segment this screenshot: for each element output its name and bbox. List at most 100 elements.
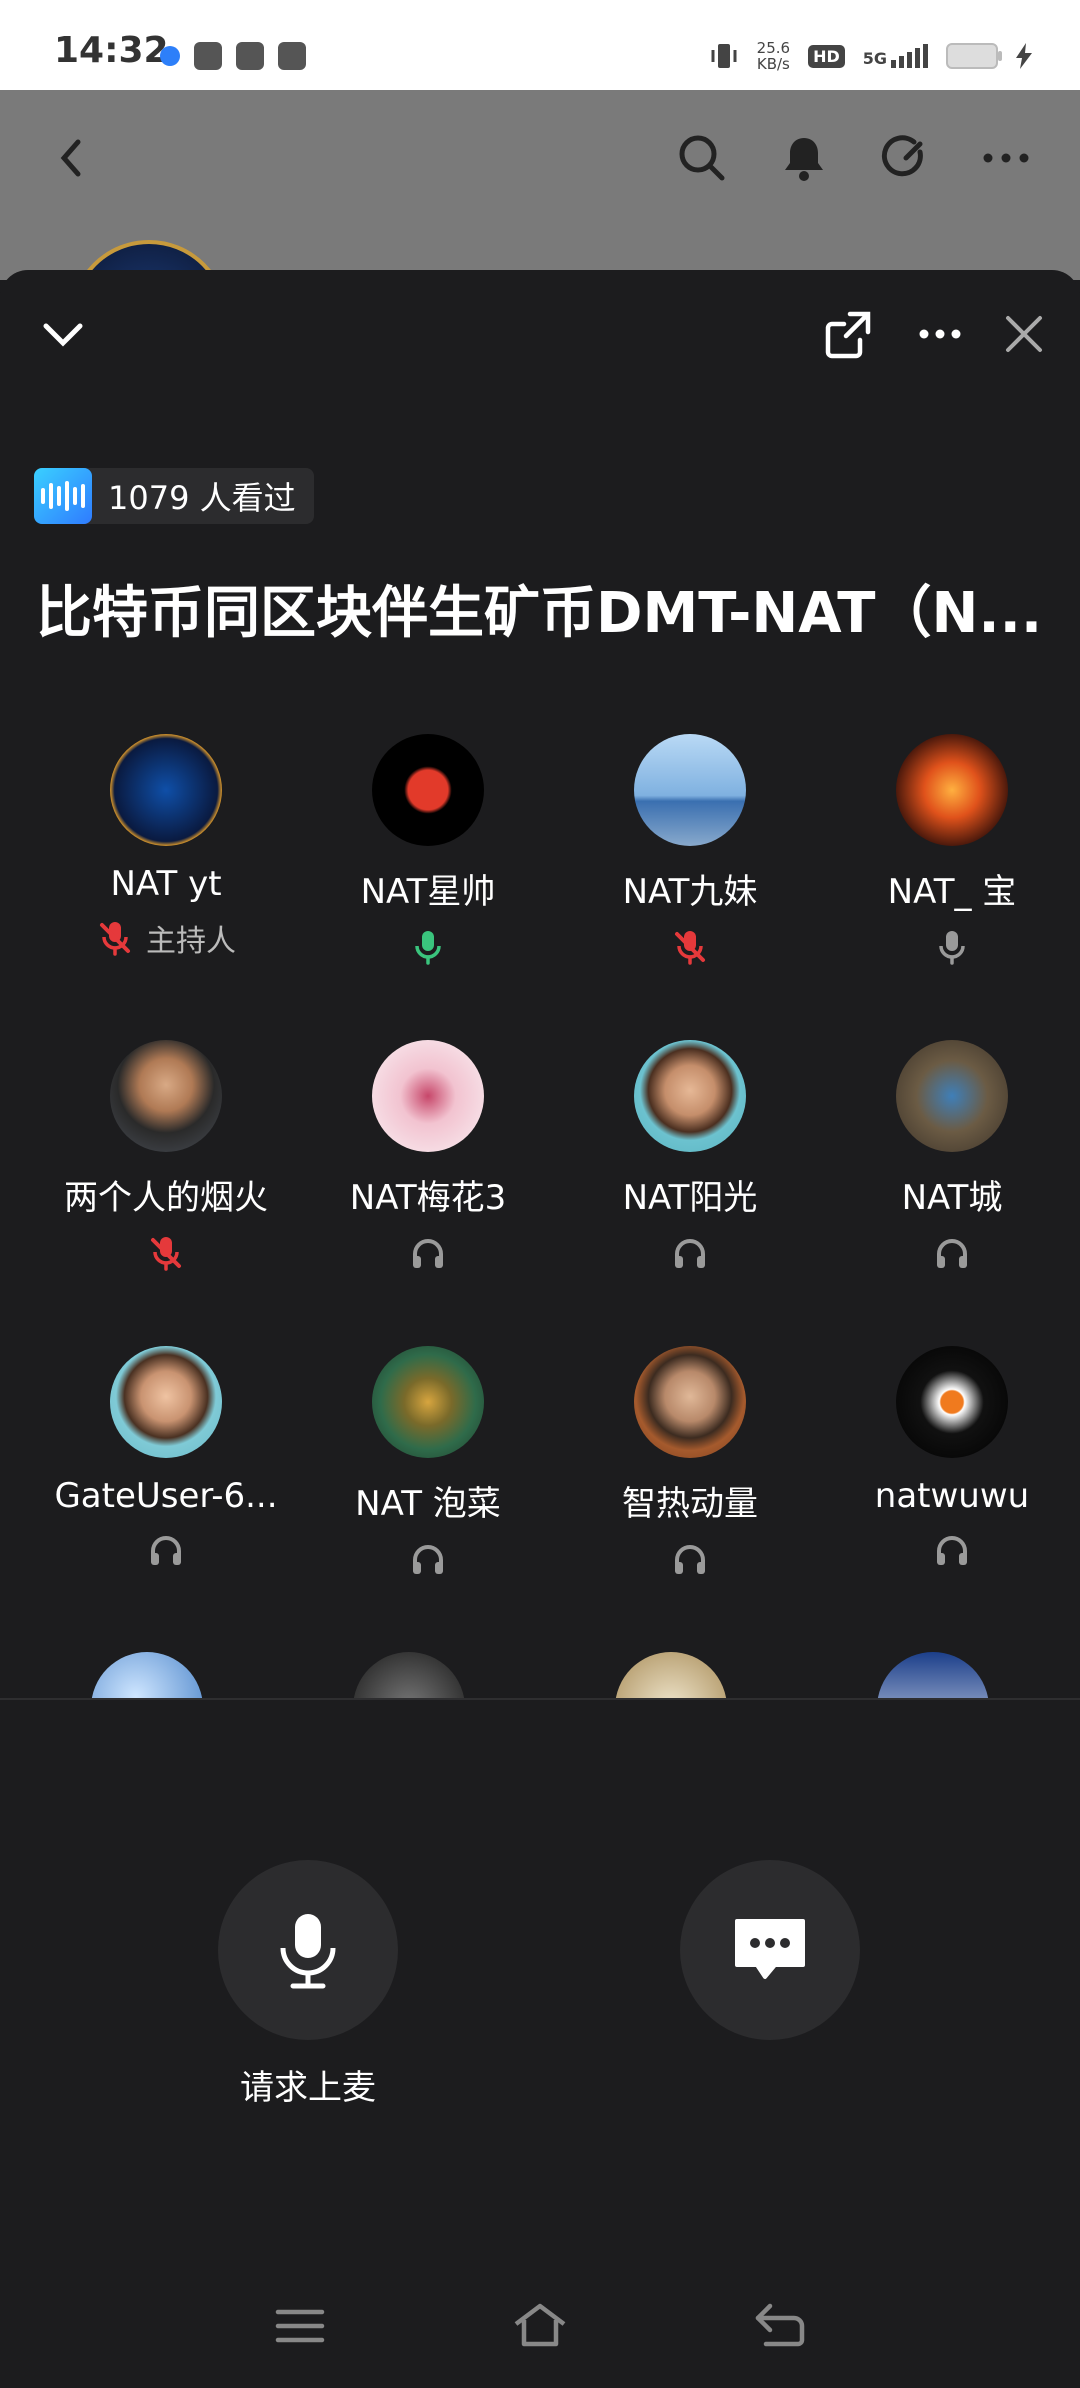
participant-status xyxy=(297,927,559,967)
headphones-icon xyxy=(675,1545,705,1574)
participant-status xyxy=(821,1233,1080,1273)
view-count: 1079 人看过 xyxy=(108,479,296,517)
vivo-app-icon xyxy=(278,42,306,70)
participant-status xyxy=(559,1233,821,1273)
participant-name: 两个人的烟火 xyxy=(64,1178,268,1218)
speed-value: 25.6 xyxy=(756,39,791,57)
participant-status: 主持人 xyxy=(35,918,297,959)
participant-tile[interactable]: NAT_ 宝 xyxy=(821,734,1080,967)
participant-name: natwuwu xyxy=(874,1476,1030,1516)
participant-avatar[interactable] xyxy=(91,1652,203,1698)
hd-badge: HD xyxy=(808,44,845,68)
participant-avatar[interactable] xyxy=(615,1652,727,1698)
microphone-icon xyxy=(415,931,441,965)
home-nav-icon[interactable] xyxy=(510,2296,570,2356)
participant-tile[interactable]: NAT梅花3 xyxy=(297,1040,559,1273)
headphones-icon xyxy=(937,1536,967,1565)
participant-avatar[interactable] xyxy=(896,1040,1008,1152)
headphones-icon xyxy=(413,1239,443,1268)
request-mic-label[interactable]: 请求上麦 xyxy=(158,2060,458,2109)
battery-icon xyxy=(946,43,1002,69)
participant-avatar[interactable] xyxy=(353,1652,465,1698)
participant-name: NAT阳光 xyxy=(622,1178,758,1218)
participant-tile[interactable]: 两个人的烟火 xyxy=(35,1040,297,1273)
microphone-icon xyxy=(280,1914,336,1989)
participant-tile[interactable]: natwuwu xyxy=(821,1346,1080,1570)
status-right: 25.6 KB/s HD 5G xyxy=(709,40,1032,72)
participant-name: NAT yt xyxy=(110,864,222,904)
signal-group: 5G xyxy=(863,44,928,68)
headphones-icon xyxy=(151,1536,181,1565)
microphone-icon xyxy=(939,931,965,965)
collapse-chevron-icon[interactable] xyxy=(38,310,88,360)
menu-nav-icon[interactable] xyxy=(270,2296,330,2356)
participant-avatar[interactable] xyxy=(896,1346,1008,1458)
participant-status xyxy=(559,1539,821,1579)
sheet-more-icon[interactable] xyxy=(912,306,968,362)
participant-status xyxy=(297,1539,559,1579)
headphones-icon xyxy=(413,1545,443,1574)
more-icon[interactable] xyxy=(978,130,1034,186)
participant-status xyxy=(297,1233,559,1273)
participant-avatar[interactable] xyxy=(896,734,1008,846)
participant-tile[interactable]: NAT城 xyxy=(821,1040,1080,1273)
chat-bubble-icon xyxy=(735,1919,805,1979)
participant-name: NAT 泡菜 xyxy=(355,1484,501,1524)
participant-avatar[interactable] xyxy=(877,1652,989,1698)
action-area xyxy=(0,1700,1080,2388)
mic-muted-icon xyxy=(151,1237,181,1271)
participant-avatar[interactable] xyxy=(372,1346,484,1458)
participant-tile[interactable]: NAT阳光 xyxy=(559,1040,821,1273)
participant-avatar[interactable] xyxy=(634,1346,746,1458)
host-role-label: 主持人 xyxy=(146,924,236,959)
participant-name: NAT梅花3 xyxy=(349,1178,507,1218)
participant-avatar[interactable] xyxy=(372,1040,484,1152)
mic-muted-icon xyxy=(100,922,130,956)
network-type: 5G xyxy=(862,49,887,68)
participant-avatar[interactable] xyxy=(110,1346,222,1458)
space-title: 比特币同区块伴生矿币DMT-NAT（N... xyxy=(36,581,1043,646)
participant-avatar[interactable] xyxy=(634,1040,746,1152)
next-row-peek xyxy=(0,1652,1080,1698)
back-nav-icon[interactable] xyxy=(750,2296,810,2356)
background-page-header xyxy=(0,90,1080,398)
signal-icon xyxy=(891,44,928,68)
speed-unit: KB/s xyxy=(756,55,790,73)
participant-name: 智热动量 xyxy=(622,1484,758,1524)
app-notification-icon xyxy=(160,46,180,66)
participant-tile[interactable]: GateUser-6... xyxy=(35,1346,297,1570)
participant-status xyxy=(821,1530,1080,1570)
mic-muted-icon xyxy=(675,931,705,965)
participant-name: NAT九妹 xyxy=(622,872,758,912)
refresh-icon[interactable] xyxy=(876,130,932,186)
participant-avatar[interactable] xyxy=(110,734,222,846)
status-time: 14:32 xyxy=(54,30,169,71)
participant-name: NAT_ 宝 xyxy=(887,872,1017,912)
participant-tile[interactable]: NAT yt 主持人 xyxy=(35,734,297,959)
chat-button[interactable] xyxy=(680,1860,860,2040)
participant-tile[interactable]: NAT 泡菜 xyxy=(297,1346,559,1579)
network-speed: 25.6 KB/s xyxy=(757,40,790,72)
close-icon[interactable] xyxy=(1000,310,1048,358)
share-icon[interactable] xyxy=(820,306,876,362)
participant-avatar[interactable] xyxy=(110,1040,222,1152)
participant-tile[interactable]: 智热动量 xyxy=(559,1346,821,1579)
search-icon[interactable] xyxy=(674,130,730,186)
audio-wave-icon xyxy=(34,468,92,524)
participant-name: GateUser-6... xyxy=(54,1476,278,1516)
video-app-icon xyxy=(194,42,222,70)
participant-avatar[interactable] xyxy=(372,734,484,846)
participant-status xyxy=(821,927,1080,967)
notification-icons xyxy=(160,42,306,70)
headphones-icon xyxy=(675,1239,705,1268)
participant-status xyxy=(35,1530,297,1570)
participant-avatar[interactable] xyxy=(634,734,746,846)
request-mic-button[interactable] xyxy=(218,1860,398,2040)
bell-icon[interactable] xyxy=(776,130,832,186)
back-icon[interactable] xyxy=(44,130,100,186)
participant-status xyxy=(35,1233,297,1273)
participant-tile[interactable]: NAT星帅 xyxy=(297,734,559,967)
headphones-icon xyxy=(937,1239,967,1268)
status-bar: 14:32 25.6 KB/s HD 5G xyxy=(0,0,1080,90)
participant-tile[interactable]: NAT九妹 xyxy=(559,734,821,967)
